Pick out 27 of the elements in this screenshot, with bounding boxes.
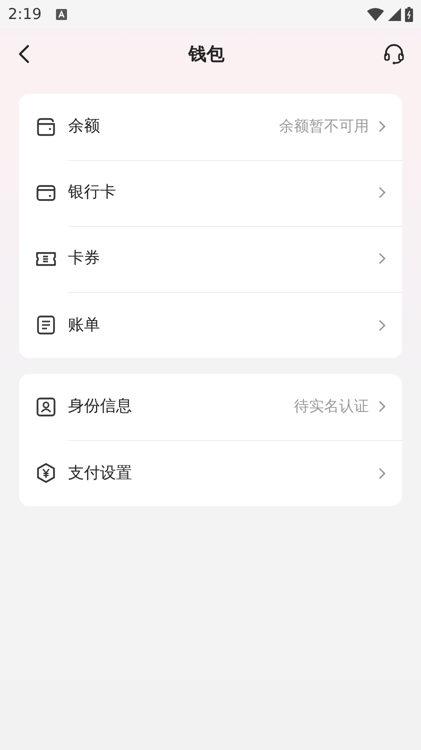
menu-row[interactable]: 卡券 [19, 226, 402, 292]
card-icon [35, 182, 57, 204]
page-title: 钱包 [188, 43, 224, 66]
battery-icon [405, 6, 413, 22]
chevron-icon [378, 318, 386, 332]
wallet-icon [35, 116, 57, 138]
status-text: 余额暂不可用 [279, 117, 369, 136]
status-text: 待实名认证 [294, 397, 369, 416]
wifi-icon [367, 8, 384, 20]
headset-icon [383, 43, 405, 65]
status-time: 2:19 [8, 5, 42, 23]
chevron-icon [378, 120, 386, 133]
notification-icon [56, 8, 67, 20]
menu-row[interactable]: 身份信息 待实名认证 [19, 374, 402, 440]
menu-row[interactable]: 余额 余额暂不可用 [19, 94, 402, 160]
document-icon [35, 314, 57, 336]
back-icon [18, 44, 30, 64]
chevron-icon [378, 466, 386, 480]
person-card-icon [35, 396, 57, 418]
chevron-icon [378, 186, 386, 199]
chevron-icon [378, 400, 386, 413]
hexagon-yen-icon [35, 462, 57, 484]
menu-row[interactable]: 账单 [19, 292, 402, 358]
chevron-icon [378, 252, 386, 265]
signal-icon [388, 8, 401, 20]
menu-row[interactable]: 银行卡 [19, 160, 402, 226]
menu-row[interactable]: 支付设置 [19, 440, 402, 506]
